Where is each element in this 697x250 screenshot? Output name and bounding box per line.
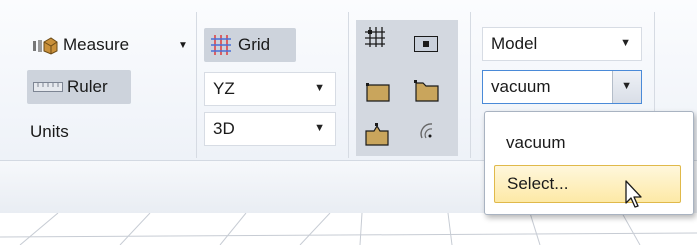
material-type-dropdown[interactable]: Model ▼ [482,27,642,61]
dropdown-option-selected[interactable]: Select... [494,165,681,203]
rotate-icon[interactable] [418,120,440,142]
measure-button[interactable]: Measure ▼ [30,28,188,62]
grid-label: Grid [238,35,271,54]
option-label: Select... [507,174,569,193]
ruler-label: Ruler [67,77,108,96]
material-dropdown[interactable]: vacuum ▼ [482,70,642,104]
dropdown-arrow-icon: ▼ [314,82,325,94]
dropdown-arrow-icon: ▼ [620,37,631,49]
measure-label: Measure [63,35,130,54]
option-label: vacuum [506,133,566,152]
units-button[interactable]: Units [30,115,130,149]
mouse-pointer-icon [625,180,642,208]
folder-icon[interactable] [366,82,390,102]
grid-icon [211,35,231,55]
folder-open-icon[interactable] [414,80,440,102]
view-mode-dropdown[interactable]: 3D ▼ [204,112,336,146]
viewport-grid [0,212,697,246]
viewport-3d[interactable] [0,212,697,246]
material-dropdown-list: vacuum Select... [484,111,694,215]
separator [348,12,349,158]
snap-grid-icon[interactable] [364,26,386,48]
material-dropdown-button[interactable]: ▼ [612,71,641,103]
material-value: vacuum [491,77,551,96]
units-label: Units [30,122,69,141]
grid-plane-value: YZ [213,79,235,98]
dropdown-arrow-icon: ▼ [314,122,325,134]
material-type-value: Model [491,34,538,53]
grid-button[interactable]: Grid [204,28,296,62]
separator [196,12,197,158]
dropdown-arrow-icon: ▼ [621,80,632,92]
dropdown-option[interactable]: vacuum [494,124,681,162]
folder-up-icon[interactable] [364,122,390,146]
grid-plane-dropdown[interactable]: YZ ▼ [204,72,336,106]
separator [470,12,471,158]
chevron-down-icon: ▼ [178,39,188,51]
view-mode-value: 3D [213,119,235,138]
measure-cube-icon [33,37,58,55]
ruler-button[interactable]: Ruler [27,70,131,104]
face-view-icon[interactable] [414,36,438,52]
ruler-icon [33,82,63,92]
